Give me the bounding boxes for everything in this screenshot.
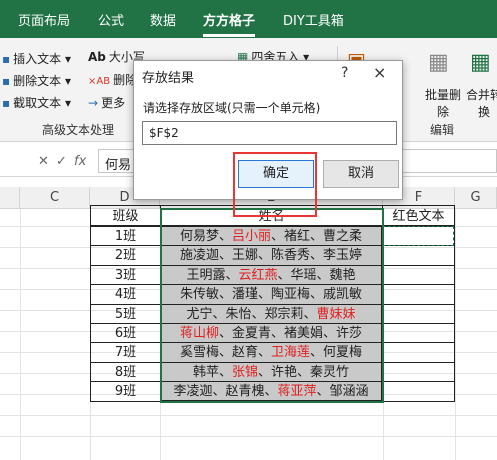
more-button[interactable]: → 更多 xyxy=(88,94,125,111)
active-tab-indicator xyxy=(203,34,255,37)
class-cell[interactable]: 1班 xyxy=(90,226,161,247)
help-icon[interactable]: ? xyxy=(341,65,348,81)
confirm-entry-icon[interactable]: ✓ xyxy=(56,154,67,169)
class-cell[interactable]: 4班 xyxy=(90,284,161,305)
class-cell[interactable]: 8班 xyxy=(90,361,161,383)
tab-formulas[interactable]: 公式 xyxy=(98,10,124,29)
header-class[interactable]: 班级 xyxy=(90,205,161,226)
tab-page-layout[interactable]: 页面布局 xyxy=(18,10,70,29)
extract-icon: ▪ xyxy=(2,96,11,110)
function-icon[interactable]: fx xyxy=(74,154,86,169)
close-icon[interactable]: × xyxy=(373,63,386,82)
batch-delete-icon[interactable]: ▦ xyxy=(428,50,449,75)
gridline xyxy=(0,415,497,416)
class-cell[interactable]: 2班 xyxy=(90,245,161,266)
gridline xyxy=(0,436,497,437)
merge-icon[interactable]: ▦ xyxy=(470,50,491,75)
class-cell[interactable]: 5班 xyxy=(90,303,161,324)
tab-data[interactable]: 数据 xyxy=(150,10,176,29)
extract-text-button[interactable]: ▪ 截取文本 ▾ xyxy=(2,94,71,111)
batch-delete-button[interactable]: 批量删除 xyxy=(425,86,461,120)
header-red-text[interactable]: 红色文本 xyxy=(382,205,455,226)
dialog-title: 存放结果 xyxy=(142,71,195,86)
class-cell[interactable]: 6班 xyxy=(90,323,161,344)
insert-icon: ▪ xyxy=(2,52,11,66)
cancel-entry-icon[interactable]: ✕ xyxy=(38,154,49,169)
select-all-corner[interactable] xyxy=(0,187,20,209)
class-cell[interactable]: 9班 xyxy=(90,381,161,402)
group-label-advanced-text: 高级文本处理 xyxy=(42,123,115,137)
insert-text-button[interactable]: ▪ 插入文本 ▾ xyxy=(2,50,71,67)
dialog-prompt: 请选择存放区域(只需一个单元格) xyxy=(143,101,321,115)
target-cell-marquee xyxy=(383,226,454,246)
selected-range xyxy=(160,208,384,403)
class-cell[interactable]: 7班 xyxy=(90,342,161,363)
red-text-cell[interactable] xyxy=(382,342,455,363)
column-header-g[interactable]: G xyxy=(455,187,497,209)
merge-convert-button[interactable]: 合并转换 xyxy=(466,86,497,120)
red-text-cell[interactable] xyxy=(382,381,455,402)
class-cell[interactable]: 3班 xyxy=(90,264,161,286)
ribbon-tab-bar: 页面布局 公式 数据 方方格子 DIY工具箱 xyxy=(0,0,497,38)
red-text-cell[interactable] xyxy=(382,323,455,344)
range-input[interactable]: $F$2 xyxy=(142,121,397,145)
red-text-cell[interactable] xyxy=(382,303,455,324)
red-text-cell[interactable] xyxy=(382,361,455,383)
group-label-edit: 编辑 xyxy=(430,123,455,137)
arrow-right-icon: → xyxy=(88,96,99,110)
case-icon: Ab xyxy=(88,50,106,64)
highlight-annotation xyxy=(233,152,317,217)
red-text-cell[interactable] xyxy=(382,245,455,266)
delete-icon: ▪ xyxy=(2,74,11,88)
column-header-c[interactable]: C xyxy=(20,187,90,209)
cancel-button[interactable]: 取消 xyxy=(323,160,399,188)
red-text-cell[interactable] xyxy=(382,264,455,286)
delete-blank-icon: ×AB xyxy=(88,76,111,87)
tab-diy-toolbox[interactable]: DIY工具箱 xyxy=(283,10,344,29)
red-text-cell[interactable] xyxy=(382,284,455,305)
delete-text-button[interactable]: ▪ 删除文本 ▾ xyxy=(2,72,71,89)
tab-fangfang[interactable]: 方方格子 xyxy=(203,10,255,29)
